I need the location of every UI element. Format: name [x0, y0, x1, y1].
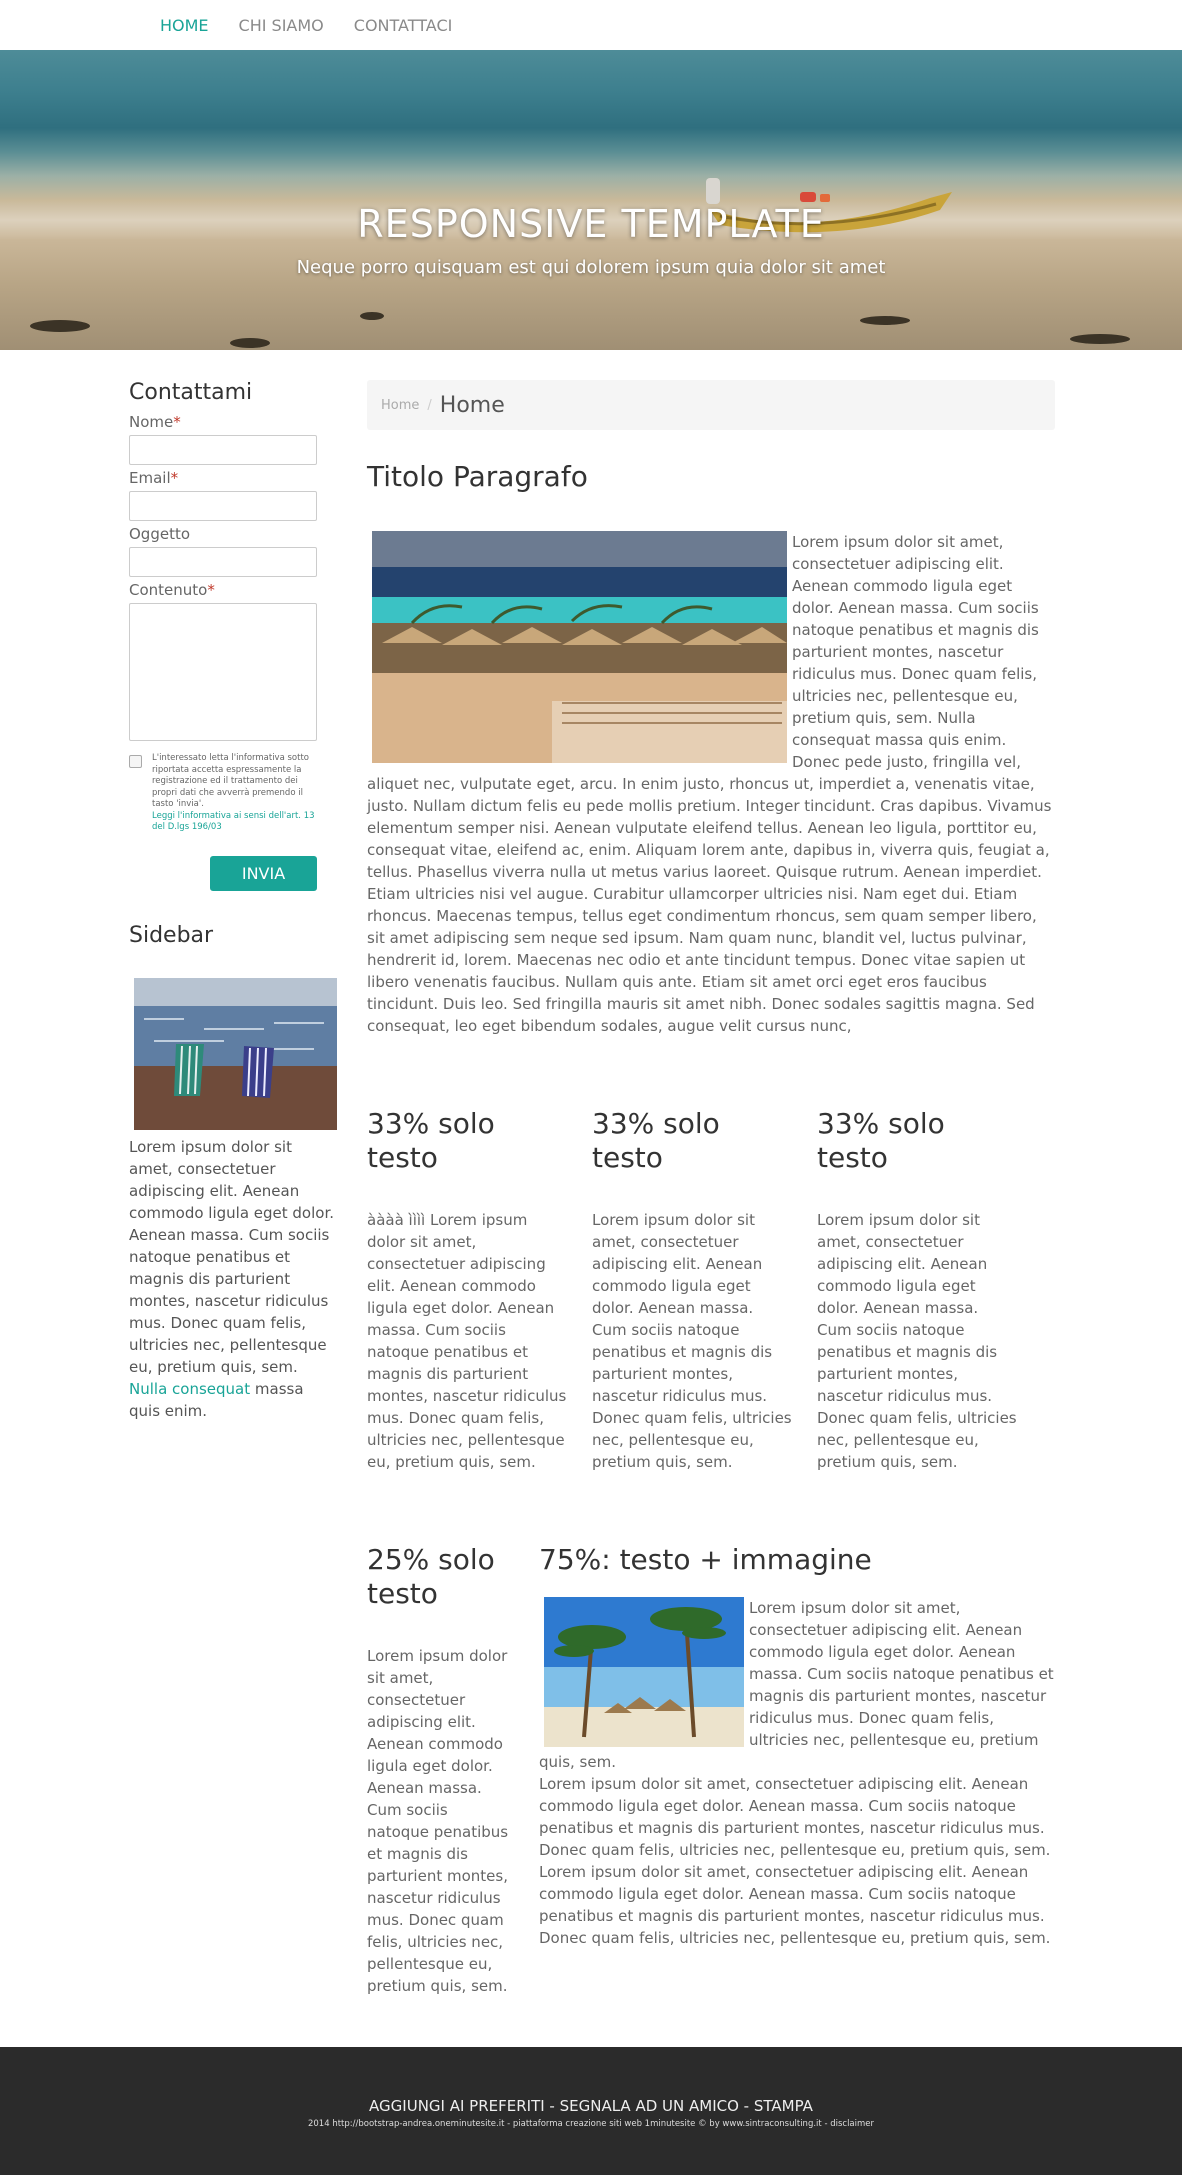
nav-contattaci[interactable]: CONTATTACI [354, 16, 453, 35]
footer-links[interactable]: AGGIUNGI AI PREFERITI - SEGNALA AD UN AM… [0, 2097, 1182, 2115]
contact-heading: Contattami [129, 380, 253, 405]
top-navigation: HOME CHI SIAMO CONTATTACI [0, 0, 1182, 50]
page-title: Titolo Paragrafo [367, 460, 588, 493]
main-content: Home / Home Titolo Paragrafo Lorem ipsum… [367, 380, 1055, 1997]
sidebar: Contattami Nome* Email* Oggetto Contenut… [129, 380, 339, 1422]
breadcrumb-separator: / [427, 397, 432, 413]
hero-banner: RESPONSIVE TEMPLATE Neque porro quisquam… [0, 50, 1182, 350]
rock-shape [230, 338, 270, 348]
subject-input[interactable] [129, 547, 317, 577]
sidebar-heading: Sidebar [129, 922, 214, 948]
column-33: 33% solo testo Lorem ipsum dolor sit ame… [817, 1107, 1017, 1473]
breadcrumb: Home / Home [367, 380, 1055, 430]
consent-row: L'interessato letta l'informativa sotto … [129, 753, 339, 834]
footer-credits: 2014 http://bootstrap-andrea.oneminutesi… [307, 2119, 875, 2129]
nav-chi-siamo[interactable]: CHI SIAMO [239, 16, 324, 35]
column-heading: 33% solo testo [817, 1107, 945, 1174]
rock-shape [860, 316, 910, 325]
column-75: 75%: testo + immagine Lorem ipsum dolor … [539, 1543, 1055, 1997]
hero-title: RESPONSIVE TEMPLATE [357, 202, 825, 246]
three-column-row: 33% solo testo àààà ìììì Lorem ipsum dol… [367, 1107, 1055, 1473]
hero-subtitle: Neque porro quisquam est qui dolorem ips… [296, 257, 886, 278]
name-label: Nome* [129, 413, 181, 431]
footer: AGGIUNGI AI PREFERITI - SEGNALA AD UN AM… [0, 2047, 1182, 2175]
column-heading: 75%: testo + immagine [539, 1543, 872, 1576]
consent-text: L'interessato letta l'informativa sotto … [152, 753, 322, 834]
email-label: Email* [129, 469, 179, 487]
column-text-image: Lorem ipsum dolor sit amet, consectetuer… [539, 1597, 1055, 1949]
column-text: Lorem ipsum dolor sit amet, consectetuer… [367, 1647, 509, 1995]
rock-shape [1070, 334, 1130, 344]
nav-home[interactable]: HOME [160, 16, 209, 35]
breadcrumb-home[interactable]: Home [381, 398, 419, 413]
two-column-row: 25% solo testo Lorem ipsum dolor sit ame… [367, 1543, 1055, 1997]
rock-shape [30, 320, 90, 332]
palm-beach-image [544, 1597, 744, 1747]
subject-label: Oggetto [129, 525, 191, 543]
sidebar-link[interactable]: Nulla consequat [129, 1380, 250, 1398]
column-text-2: Lorem ipsum dolor sit amet, consectetuer… [539, 1775, 1051, 1947]
column-text: Lorem ipsum dolor sit amet, consectetuer… [817, 1211, 1017, 1471]
email-input[interactable] [129, 491, 317, 521]
intro-section: Lorem ipsum dolor sit amet, consectetuer… [367, 531, 1055, 1037]
column-25: 25% solo testo Lorem ipsum dolor sit ame… [367, 1543, 514, 1997]
privacy-link[interactable]: Leggi l'informativa ai sensi dell'art. 1… [152, 811, 322, 834]
sidebar-text: Lorem ipsum dolor sit amet, consectetuer… [129, 1137, 335, 1420]
column-heading: 33% solo testo [592, 1107, 720, 1174]
beach-resort-image [372, 531, 787, 763]
send-button[interactable]: INVIA [210, 855, 317, 891]
column-text: àààà ìììì Lorem ipsum dolor sit amet, co… [367, 1211, 567, 1471]
content-textarea[interactable] [129, 603, 317, 741]
breadcrumb-current: Home [439, 392, 505, 418]
content-label: Contenuto* [129, 581, 215, 599]
column-heading: 33% solo testo [367, 1107, 495, 1174]
column-33: 33% solo testo àààà ìììì Lorem ipsum dol… [367, 1107, 567, 1473]
name-input[interactable] [129, 435, 317, 465]
column-33: 33% solo testo Lorem ipsum dolor sit ame… [592, 1107, 792, 1473]
beach-chairs-image [134, 977, 337, 1130]
rock-shape [360, 312, 384, 320]
column-text: Lorem ipsum dolor sit amet, consectetuer… [592, 1211, 792, 1471]
consent-checkbox[interactable] [129, 755, 142, 768]
column-heading: 25% solo testo [367, 1543, 495, 1610]
